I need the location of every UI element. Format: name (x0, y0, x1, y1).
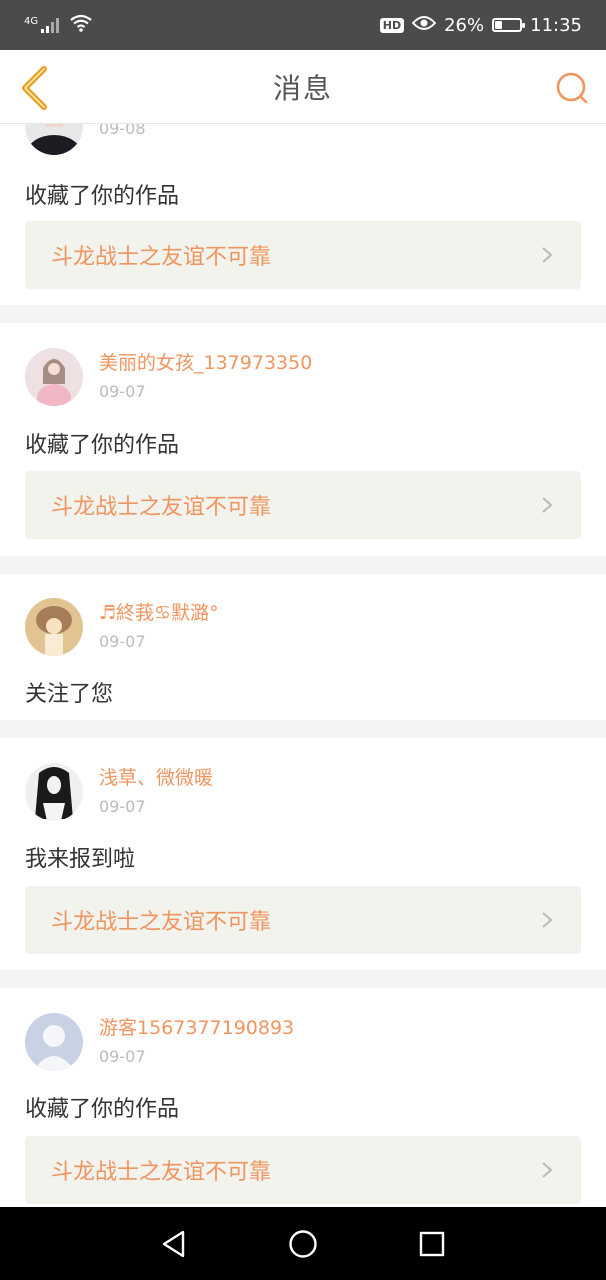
user-meta: 美丽的女孩_137973350 09-07 (99, 351, 312, 403)
avatar[interactable] (25, 763, 83, 821)
avatar[interactable] (25, 348, 83, 406)
chevron-right-icon (542, 247, 553, 263)
action-text: 收藏了你的作品 (25, 433, 180, 458)
user-row: 游客1567377190893 09-07 (25, 1013, 294, 1071)
message-date: 09-07 (99, 382, 146, 401)
work-title: 斗龙战士之友谊不可靠 (51, 1160, 272, 1185)
action-text: 收藏了你的作品 (25, 184, 180, 209)
user-row: 09-08 (25, 124, 146, 155)
avatar[interactable] (25, 1013, 83, 1071)
user-row: ♬終莪♋默潞° 09-07 (25, 598, 219, 656)
status-left: 4G (24, 14, 93, 36)
action-text: 关注了您 (25, 682, 114, 707)
message-date: 09-08 (99, 124, 146, 138)
search-icon (556, 72, 588, 104)
user-meta: 浅草、微微暖 09-07 (99, 766, 213, 818)
chevron-left-icon (22, 66, 47, 110)
action-text: 收藏了你的作品 (25, 1097, 180, 1122)
work-title: 斗龙战士之友谊不可靠 (51, 910, 272, 935)
nav-home-icon (289, 1229, 317, 1258)
back-button[interactable] (14, 64, 54, 112)
user-name[interactable]: ♬終莪♋默潞° (99, 601, 219, 625)
nav-recents-icon (419, 1231, 444, 1256)
work-link[interactable]: 斗龙战士之友谊不可靠 (25, 886, 581, 954)
search-button[interactable] (552, 68, 592, 108)
status-right: HD 26% 11:35 (379, 14, 582, 36)
app-header: 消息 (0, 50, 606, 124)
status-bar: 4G HD 26% 11:35 (0, 0, 606, 50)
message-date: 09-07 (99, 797, 146, 816)
message-date: 09-07 (99, 1047, 146, 1066)
battery-fill (495, 21, 502, 29)
user-name[interactable]: 游客1567377190893 (99, 1016, 294, 1040)
battery-percent: 26% (444, 14, 485, 36)
user-row: 浅草、微微暖 09-07 (25, 763, 213, 821)
nav-back-icon (163, 1230, 185, 1257)
system-nav-bar (0, 1207, 606, 1280)
user-name[interactable]: 浅草、微微暖 (99, 766, 213, 790)
network-label: 4G (24, 16, 39, 27)
work-title: 斗龙战士之友谊不可靠 (51, 495, 272, 520)
nav-home-button[interactable] (283, 1224, 323, 1264)
action-text: 我来报到啦 (25, 847, 136, 872)
chevron-right-icon (542, 912, 553, 928)
user-row: 美丽的女孩_137973350 09-07 (25, 348, 312, 406)
work-title: 斗龙战士之友谊不可靠 (51, 245, 272, 270)
wifi-icon (69, 14, 93, 36)
message-date: 09-07 (99, 632, 146, 651)
user-meta: 游客1567377190893 09-07 (99, 1016, 294, 1068)
message-card: ♬終莪♋默潞° 09-07 关注了您 (0, 574, 606, 720)
work-link[interactable]: 斗龙战士之友谊不可靠 (25, 1136, 581, 1204)
nav-back-button[interactable] (154, 1224, 194, 1264)
message-card: 浅草、微微暖 09-07 我来报到啦 斗龙战士之友谊不可靠 (0, 738, 606, 970)
default-avatar-icon (25, 1013, 83, 1071)
screen: 4G HD 26% 11:35 消息 09-08 收藏了你的作品 斗龙战士之友谊… (0, 0, 606, 1280)
page-title: 消息 (272, 71, 333, 105)
eye-icon (411, 15, 437, 36)
avatar[interactable] (25, 598, 83, 656)
network-icon: 4G (24, 16, 60, 33)
battery-icon (492, 18, 526, 32)
user-name[interactable]: 美丽的女孩_137973350 (99, 351, 312, 375)
nav-recents-button[interactable] (412, 1224, 452, 1264)
hd-badge: HD (379, 17, 405, 33)
message-card: 游客1567377190893 09-07 收藏了你的作品 斗龙战士之友谊不可靠 (0, 988, 606, 1207)
avatar[interactable] (25, 124, 83, 155)
user-meta: ♬終莪♋默潞° 09-07 (99, 601, 219, 653)
user-meta: 09-08 (99, 124, 146, 140)
work-link[interactable]: 斗龙战士之友谊不可靠 (25, 221, 581, 289)
clock: 11:35 (530, 14, 582, 36)
chevron-right-icon (542, 497, 553, 513)
message-feed[interactable]: 09-08 收藏了你的作品 斗龙战士之友谊不可靠 美丽的女孩_137973350… (0, 124, 606, 1207)
work-link[interactable]: 斗龙战士之友谊不可靠 (25, 471, 581, 539)
message-card: 09-08 收藏了你的作品 斗龙战士之友谊不可靠 (0, 124, 606, 305)
message-card: 美丽的女孩_137973350 09-07 收藏了你的作品 斗龙战士之友谊不可靠 (0, 323, 606, 556)
chevron-right-icon (542, 1162, 553, 1178)
